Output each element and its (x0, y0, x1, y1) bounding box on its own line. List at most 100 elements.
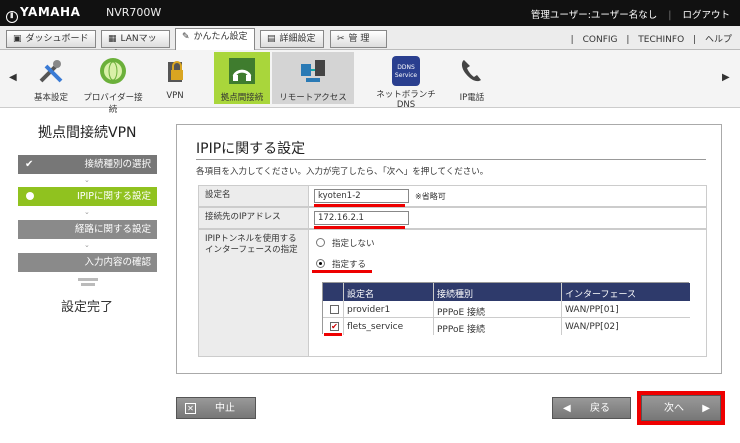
main-tab-bar: ▣ダッシュボード ▦LANマップ ✎かんたん設定 ▤詳細設定 ✂管 理 | CO… (0, 26, 740, 60)
setting-name-label: 設定名 (199, 186, 309, 206)
help-link[interactable]: ヘルプ (705, 35, 732, 45)
menu-item-provider[interactable]: プロバイダー接続 (80, 52, 146, 115)
detail-settings-icon: ▤ (267, 34, 276, 44)
cell-type: PPPoE 接続 (437, 325, 486, 335)
brand-name: YAMAHA (20, 5, 81, 19)
tab-lan-map[interactable]: ▦LANマップ (101, 30, 170, 60)
menu-item-site-connection[interactable]: 拠点間接続 (214, 52, 270, 104)
scroll-right-icon[interactable]: ▶ (722, 72, 730, 83)
techinfo-link[interactable]: TECHINFO (638, 35, 684, 45)
divider (343, 283, 344, 335)
interface-label: IPIPトンネルを使用するインターフェースの指定 (199, 230, 309, 356)
radio-no-specify[interactable] (316, 238, 325, 247)
site-connection-icon (229, 58, 255, 84)
table-header: 設定名 接続種別 インターフェース (323, 283, 690, 301)
divider: | (668, 10, 672, 21)
feature-menu: ◀ 基本設定 プロバイダー接続 VPN 拠点間接続 リモートアクセス DDNS … (0, 50, 740, 115)
menu-label: プロバイダー接続 (83, 93, 143, 115)
step-label: 接続種別の選択 (84, 159, 151, 170)
cell-type: PPPoE 接続 (437, 308, 486, 318)
column-header: インターフェース (565, 290, 637, 300)
arrow-left-icon: ◀ (563, 403, 571, 414)
tab-label: かんたん設定 (193, 32, 248, 42)
panel-description: 各項目を入力してください。入力が完了したら、「次へ」を押してください。 (196, 167, 489, 177)
next-highlight: 次へ ▶ (637, 391, 725, 425)
tab-label: 管 理 (348, 34, 370, 44)
step-route-settings: 経路に関する設定 (18, 220, 157, 239)
step-confirm: 入力内容の確認 (18, 253, 157, 272)
step-connection-type: ✔ 接続種別の選択 (18, 155, 157, 174)
tools-icon (39, 60, 63, 83)
menu-item-remote-access[interactable]: リモートアクセス (272, 52, 354, 104)
tab-admin[interactable]: ✂ 管 理 (330, 30, 387, 48)
next-button[interactable]: 次へ ▶ (641, 395, 721, 421)
menu-item-basic[interactable]: 基本設定 (31, 52, 71, 104)
setting-name-input[interactable]: kyoten1-2 (314, 189, 409, 203)
tab-easy-setup[interactable]: ✎ かんたん設定 (175, 28, 255, 51)
table-row[interactable]: provider1 PPPoE 接続 WAN/PP[01] (323, 301, 690, 318)
step-ipip-settings: IPIPに関する設定 (18, 187, 157, 206)
vpn-lock-icon (168, 61, 183, 82)
model-name: NVR700W (106, 6, 162, 19)
menu-item-vpn[interactable]: VPN (156, 52, 194, 104)
divider (561, 283, 562, 335)
row-checkbox[interactable] (330, 305, 339, 314)
easy-setup-icon: ✎ (182, 32, 190, 42)
radio-specify[interactable] (316, 259, 325, 268)
ddns-service-icon: DDNS Service (392, 56, 420, 86)
radio-specify-label: 指定する (332, 260, 367, 270)
radio-no-specify-label: 指定しない (332, 239, 375, 249)
divider: | (570, 35, 574, 45)
wizard-title: 拠点間接続VPN (38, 125, 137, 141)
chevron-down-icon: ⌄ (84, 176, 90, 184)
ip-address-label: 接続先のIPアドレス (199, 208, 309, 228)
top-bar: ⦀ YAMAHA NVR700W 管理ユーザー:ユーザー名なし | ログアウト (0, 0, 740, 26)
divider (433, 283, 434, 335)
tab-detail-settings[interactable]: ▤ 詳細設定 (260, 30, 324, 48)
cancel-button[interactable]: ✕ 中止 (176, 397, 256, 419)
divider (196, 159, 706, 160)
button-label: 次へ (664, 403, 684, 414)
config-link[interactable]: CONFIG (583, 35, 618, 45)
highlight-underline (312, 270, 372, 273)
button-label: 中止 (215, 403, 235, 414)
column-header: 設定名 (347, 290, 375, 300)
menu-item-ip-phone[interactable]: IP電話 (453, 52, 491, 104)
phone-icon (461, 60, 481, 82)
menu-label: 基本設定 (33, 93, 68, 103)
current-step-icon (26, 192, 34, 200)
highlight-underline (324, 333, 342, 336)
button-label: 戻る (590, 403, 610, 414)
step-label: IPIPに関する設定 (76, 191, 151, 202)
row-checkbox-checked[interactable]: ✔ (330, 322, 339, 331)
lan-map-icon: ▦ (108, 34, 117, 44)
close-icon: ✕ (185, 403, 196, 414)
setting-name-row: 設定名 kyoten1-2 ※省略可 (198, 185, 707, 207)
interface-table: 設定名 接続種別 インターフェース provider1 PPPoE 接続 WAN… (322, 282, 690, 336)
menu-label: リモートアクセス (279, 93, 347, 103)
arrow-right-icon: ▶ (702, 403, 710, 414)
menu-label: IP電話 (459, 93, 485, 103)
cell-name: flets_service (347, 322, 404, 332)
cell-interface: WAN/PP[01] (565, 305, 619, 315)
scroll-left-icon[interactable]: ◀ (9, 72, 17, 83)
interface-row: IPIPトンネルを使用するインターフェースの指定 指定しない 指定する 設定名 … (198, 229, 707, 357)
step-label: 入力内容の確認 (84, 257, 151, 268)
ip-address-input[interactable]: 172.16.2.1 (314, 211, 409, 225)
tab-dashboard[interactable]: ▣ ダッシュボード (6, 30, 96, 48)
ip-address-row: 接続先のIPアドレス 172.16.2.1 (198, 207, 707, 229)
divider: | (626, 35, 630, 45)
menu-item-ddns[interactable]: DDNS Service ネットボランチDNS (368, 52, 444, 110)
brand-logo: ⦀ YAMAHA (6, 5, 80, 23)
divider: | (693, 35, 697, 45)
logout-link[interactable]: ログアウト (682, 10, 730, 21)
back-button[interactable]: ◀ 戻る (552, 397, 631, 419)
step-label: 経路に関する設定 (74, 224, 151, 235)
column-header: 接続種別 (437, 290, 474, 300)
chevron-down-icon: ⌄ (84, 208, 90, 216)
user-label: 管理ユーザー:ユーザー名なし (530, 10, 658, 21)
menu-label: ネットボランチDNS (376, 90, 436, 110)
check-icon: ✔ (25, 159, 34, 170)
menu-label: VPN (166, 91, 184, 101)
table-row[interactable]: ✔ flets_service PPPoE 接続 WAN/PP[02] (323, 318, 690, 335)
